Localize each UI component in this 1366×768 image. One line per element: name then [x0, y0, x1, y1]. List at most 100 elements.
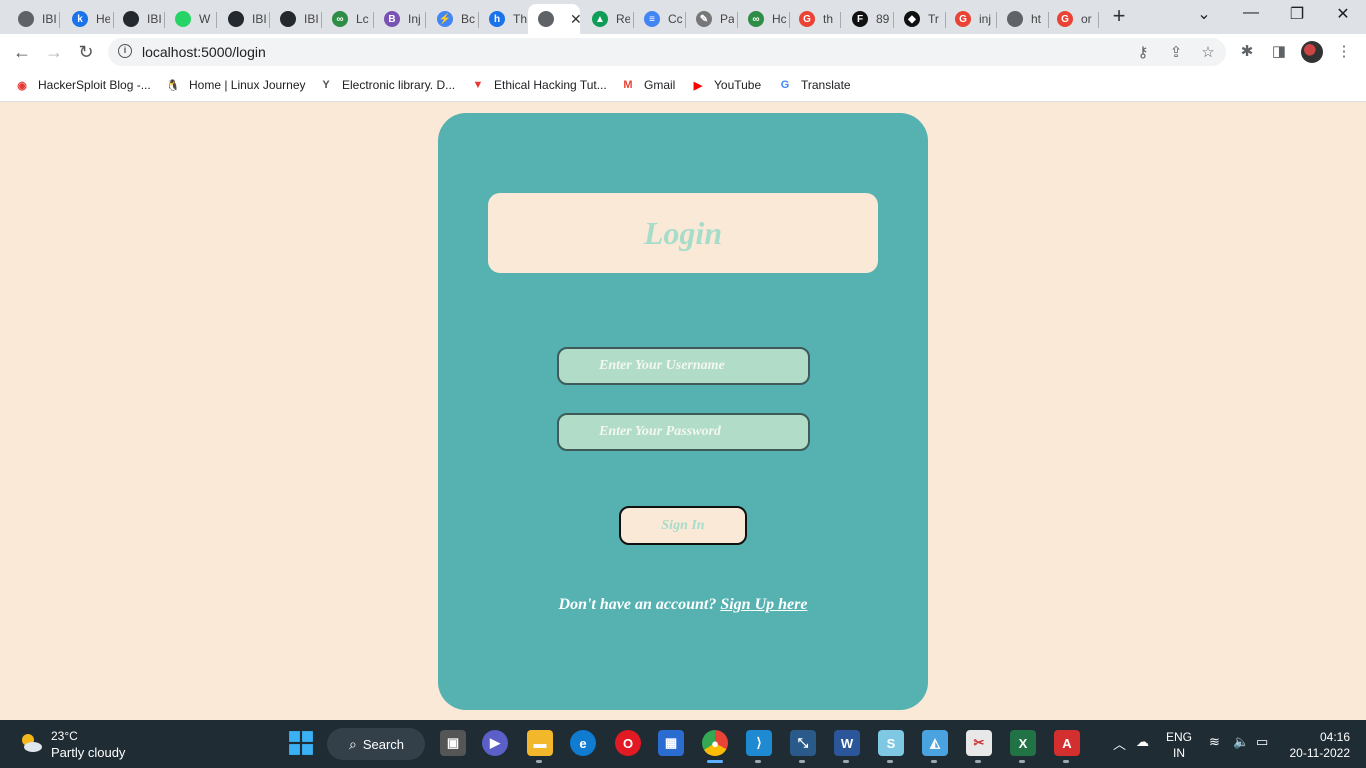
browser-tab[interactable]: IBI: [113, 4, 165, 34]
weather-description[interactable]: Partly cloudy: [51, 745, 125, 760]
tab-title: th: [823, 12, 834, 26]
taskbar-search-label: Search: [362, 736, 405, 752]
signup-prompt-text: Don't have an account?: [558, 596, 717, 613]
browser-tab[interactable]: IBI: [270, 4, 322, 34]
forward-icon[interactable]: →: [42, 40, 66, 64]
tab-favicon-icon: k: [72, 11, 88, 27]
reload-icon[interactable]: ↻: [74, 40, 98, 64]
tab-title: Tr: [928, 12, 939, 26]
partly-cloudy-icon[interactable]: [18, 730, 44, 756]
chrome-icon[interactable]: ●: [702, 730, 728, 756]
menu-icon[interactable]: ⋮: [1334, 42, 1354, 62]
tab-active[interactable]: ✕: [528, 4, 582, 34]
bookmark-label: Electronic library. D...: [342, 78, 456, 92]
bookmark-item[interactable]: ▶ YouTube: [690, 77, 761, 93]
close-tab-icon[interactable]: ✕: [570, 11, 582, 28]
tab-favicon-icon: [18, 11, 34, 27]
excel-icon[interactable]: X: [1010, 730, 1036, 756]
tab-favicon-icon: ⚡: [437, 11, 453, 27]
new-tab-button[interactable]: +: [1108, 5, 1130, 27]
teams-chat-icon[interactable]: ▶: [482, 730, 508, 756]
sql-tool-icon[interactable]: S: [878, 730, 904, 756]
windows-start-icon[interactable]: [288, 730, 314, 756]
browser-tab[interactable]: F 89: [842, 4, 894, 34]
snipping-tool-icon[interactable]: ✂: [966, 730, 992, 756]
tab-search-icon[interactable]: ⌄: [1192, 4, 1216, 24]
browser-tab[interactable]: ✎ Pa: [686, 4, 738, 34]
tab-title: IBI: [252, 12, 266, 26]
word-icon[interactable]: W: [834, 730, 860, 756]
browser-tab[interactable]: h Th: [479, 4, 531, 34]
bookmark-star-icon[interactable]: ☆: [1199, 43, 1217, 61]
language-indicator[interactable]: ENG IN: [1166, 729, 1192, 761]
password-input[interactable]: [557, 413, 810, 451]
browser-tab[interactable]: ⚡ Bc: [427, 4, 479, 34]
vscode-icon[interactable]: ⟩: [746, 730, 772, 756]
back-icon[interactable]: ←: [10, 40, 34, 64]
bookmark-item[interactable]: ◉ HackerSploit Blog -...: [14, 77, 151, 93]
running-indicator: [536, 760, 542, 763]
extensions-icon[interactable]: ✱: [1237, 42, 1257, 62]
tray-overflow-icon[interactable]: ︿: [1113, 734, 1126, 753]
system-clock[interactable]: 04:16 20-11-2022: [1284, 729, 1351, 761]
profile-avatar[interactable]: [1301, 41, 1323, 63]
bookmark-item[interactable]: M Gmail: [620, 77, 675, 93]
tab-favicon-icon: h: [489, 11, 505, 27]
task-view-icon[interactable]: ▣: [440, 730, 466, 756]
close-window-button[interactable]: ✕: [1331, 4, 1355, 24]
browser-tab[interactable]: ≡ Cc: [634, 4, 686, 34]
restore-button[interactable]: ❐: [1285, 4, 1309, 24]
tab-title: Lc: [356, 12, 369, 26]
bookmark-item[interactable]: G Translate: [777, 77, 851, 93]
browser-tab[interactable]: Gor: [1047, 4, 1099, 34]
browser-tab[interactable]: W: [165, 4, 217, 34]
running-indicator: [1019, 760, 1025, 763]
browser-tab[interactable]: ht: [997, 4, 1049, 34]
file-explorer-icon[interactable]: ▬: [527, 730, 553, 756]
browser-tab[interactable]: Ginj: [945, 4, 997, 34]
tab-favicon-icon: [538, 11, 554, 27]
username-input[interactable]: [557, 347, 810, 385]
share-icon[interactable]: ⇪: [1167, 43, 1185, 61]
browser-tab[interactable]: k He: [62, 4, 114, 34]
browser-tab[interactable]: ∞ Hc: [738, 4, 790, 34]
browser-tab[interactable]: IBI: [218, 4, 270, 34]
tab-favicon-icon: F: [852, 11, 868, 27]
onedrive-icon[interactable]: ☁: [1136, 734, 1149, 750]
site-info-icon[interactable]: i: [118, 44, 132, 58]
sign-up-link[interactable]: Sign Up here: [720, 596, 807, 613]
network-tool-icon[interactable]: ⤡: [790, 730, 816, 756]
browser-tab[interactable]: ▲ Re: [582, 4, 634, 34]
opera-icon[interactable]: O: [615, 730, 641, 756]
shield-icon: ◉: [17, 79, 27, 92]
hacking-icon: ▼: [472, 79, 484, 91]
browser-tab[interactable]: ∞ Lc: [322, 4, 374, 34]
weather-temperature[interactable]: 23°C: [51, 729, 78, 743]
bookmark-item[interactable]: 🐧 Home | Linux Journey: [165, 77, 305, 93]
tab-favicon-icon: ◆: [904, 11, 920, 27]
bookmark-label: Ethical Hacking Tut...: [494, 78, 607, 92]
image-viewer-icon[interactable]: ◭: [922, 730, 948, 756]
side-panel-icon[interactable]: ◨: [1269, 42, 1289, 62]
battery-icon[interactable]: ▭: [1256, 734, 1268, 750]
url-text[interactable]: localhost:5000/login: [142, 44, 266, 60]
address-bar[interactable]: i localhost:5000/login ⚷ ⇪ ☆: [108, 38, 1226, 66]
browser-tab[interactable]: Gth: [789, 4, 841, 34]
sign-in-button[interactable]: Sign In: [619, 506, 747, 545]
bookmark-item[interactable]: Y Electronic library. D...: [318, 77, 455, 93]
browser-tab[interactable]: IBI: [8, 4, 60, 34]
bookmark-item[interactable]: ▼ Ethical Hacking Tut...: [470, 77, 607, 93]
wifi-icon[interactable]: ≋: [1209, 734, 1220, 750]
translate-icon: G: [780, 79, 790, 91]
store-icon[interactable]: ▦: [658, 730, 684, 756]
volume-icon[interactable]: 🔈: [1233, 734, 1249, 750]
taskbar-search[interactable]: ⌕ Search: [327, 728, 425, 760]
minimize-button[interactable]: —: [1239, 4, 1263, 22]
browser-tab[interactable]: ◆ Tr: [894, 4, 946, 34]
edge-icon[interactable]: e: [570, 730, 596, 756]
acrobat-icon[interactable]: A: [1054, 730, 1080, 756]
browser-tab[interactable]: B Inj: [374, 4, 426, 34]
key-icon[interactable]: ⚷: [1134, 43, 1152, 61]
tab-favicon-icon: G: [799, 11, 815, 27]
running-indicator: [755, 760, 761, 763]
